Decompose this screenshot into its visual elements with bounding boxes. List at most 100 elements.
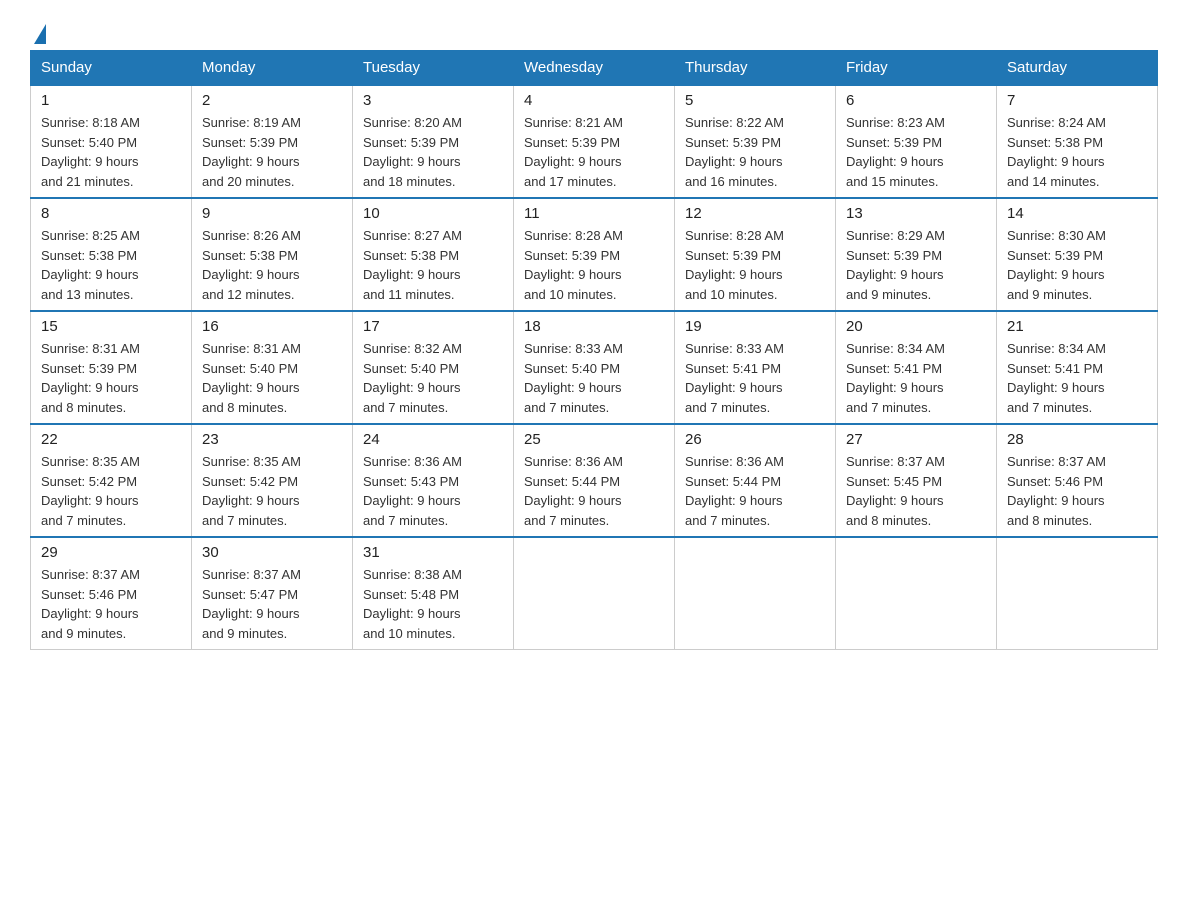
day-info: Sunrise: 8:36 AM Sunset: 5:44 PM Dayligh… [685,452,825,530]
day-info: Sunrise: 8:37 AM Sunset: 5:45 PM Dayligh… [846,452,986,530]
day-number: 20 [846,318,986,335]
day-info: Sunrise: 8:18 AM Sunset: 5:40 PM Dayligh… [41,113,181,191]
day-number: 3 [363,92,503,109]
day-info: Sunrise: 8:32 AM Sunset: 5:40 PM Dayligh… [363,339,503,417]
day-info: Sunrise: 8:37 AM Sunset: 5:46 PM Dayligh… [41,565,181,643]
calendar-week-row: 8 Sunrise: 8:25 AM Sunset: 5:38 PM Dayli… [31,198,1158,311]
day-number: 15 [41,318,181,335]
day-number: 13 [846,205,986,222]
day-info: Sunrise: 8:37 AM Sunset: 5:46 PM Dayligh… [1007,452,1147,530]
day-info: Sunrise: 8:27 AM Sunset: 5:38 PM Dayligh… [363,226,503,304]
header-sunday: Sunday [31,51,192,86]
day-info: Sunrise: 8:28 AM Sunset: 5:39 PM Dayligh… [685,226,825,304]
calendar-day-cell: 29 Sunrise: 8:37 AM Sunset: 5:46 PM Dayl… [31,537,192,650]
calendar-week-row: 22 Sunrise: 8:35 AM Sunset: 5:42 PM Dayl… [31,424,1158,537]
calendar-day-cell: 31 Sunrise: 8:38 AM Sunset: 5:48 PM Dayl… [353,537,514,650]
calendar-day-cell [514,537,675,650]
day-number: 28 [1007,431,1147,448]
day-info: Sunrise: 8:38 AM Sunset: 5:48 PM Dayligh… [363,565,503,643]
day-info: Sunrise: 8:25 AM Sunset: 5:38 PM Dayligh… [41,226,181,304]
calendar-week-row: 1 Sunrise: 8:18 AM Sunset: 5:40 PM Dayli… [31,85,1158,198]
day-number: 23 [202,431,342,448]
day-number: 17 [363,318,503,335]
header-saturday: Saturday [997,51,1158,86]
calendar-day-cell: 17 Sunrise: 8:32 AM Sunset: 5:40 PM Dayl… [353,311,514,424]
header-wednesday: Wednesday [514,51,675,86]
day-number: 19 [685,318,825,335]
day-number: 16 [202,318,342,335]
day-number: 21 [1007,318,1147,335]
calendar-week-row: 15 Sunrise: 8:31 AM Sunset: 5:39 PM Dayl… [31,311,1158,424]
day-number: 14 [1007,205,1147,222]
day-number: 5 [685,92,825,109]
calendar-day-cell: 30 Sunrise: 8:37 AM Sunset: 5:47 PM Dayl… [192,537,353,650]
calendar-day-cell: 11 Sunrise: 8:28 AM Sunset: 5:39 PM Dayl… [514,198,675,311]
calendar-day-cell: 19 Sunrise: 8:33 AM Sunset: 5:41 PM Dayl… [675,311,836,424]
day-number: 22 [41,431,181,448]
calendar-day-cell: 4 Sunrise: 8:21 AM Sunset: 5:39 PM Dayli… [514,85,675,198]
calendar-day-cell: 12 Sunrise: 8:28 AM Sunset: 5:39 PM Dayl… [675,198,836,311]
calendar-day-cell [836,537,997,650]
day-info: Sunrise: 8:31 AM Sunset: 5:39 PM Dayligh… [41,339,181,417]
day-info: Sunrise: 8:22 AM Sunset: 5:39 PM Dayligh… [685,113,825,191]
day-info: Sunrise: 8:36 AM Sunset: 5:43 PM Dayligh… [363,452,503,530]
calendar-day-cell: 1 Sunrise: 8:18 AM Sunset: 5:40 PM Dayli… [31,85,192,198]
calendar-day-cell: 22 Sunrise: 8:35 AM Sunset: 5:42 PM Dayl… [31,424,192,537]
calendar-day-cell: 2 Sunrise: 8:19 AM Sunset: 5:39 PM Dayli… [192,85,353,198]
calendar-day-cell: 23 Sunrise: 8:35 AM Sunset: 5:42 PM Dayl… [192,424,353,537]
calendar-day-cell: 13 Sunrise: 8:29 AM Sunset: 5:39 PM Dayl… [836,198,997,311]
day-number: 9 [202,205,342,222]
day-number: 18 [524,318,664,335]
day-info: Sunrise: 8:23 AM Sunset: 5:39 PM Dayligh… [846,113,986,191]
day-info: Sunrise: 8:34 AM Sunset: 5:41 PM Dayligh… [1007,339,1147,417]
day-info: Sunrise: 8:34 AM Sunset: 5:41 PM Dayligh… [846,339,986,417]
header-monday: Monday [192,51,353,86]
calendar-day-cell: 3 Sunrise: 8:20 AM Sunset: 5:39 PM Dayli… [353,85,514,198]
header-friday: Friday [836,51,997,86]
day-info: Sunrise: 8:20 AM Sunset: 5:39 PM Dayligh… [363,113,503,191]
day-number: 10 [363,205,503,222]
day-info: Sunrise: 8:28 AM Sunset: 5:39 PM Dayligh… [524,226,664,304]
calendar-week-row: 29 Sunrise: 8:37 AM Sunset: 5:46 PM Dayl… [31,537,1158,650]
day-number: 1 [41,92,181,109]
day-number: 29 [41,544,181,561]
day-number: 27 [846,431,986,448]
calendar-day-cell: 26 Sunrise: 8:36 AM Sunset: 5:44 PM Dayl… [675,424,836,537]
calendar-day-cell: 5 Sunrise: 8:22 AM Sunset: 5:39 PM Dayli… [675,85,836,198]
calendar-table: Sunday Monday Tuesday Wednesday Thursday… [30,50,1158,650]
day-info: Sunrise: 8:35 AM Sunset: 5:42 PM Dayligh… [202,452,342,530]
calendar-day-cell: 18 Sunrise: 8:33 AM Sunset: 5:40 PM Dayl… [514,311,675,424]
day-info: Sunrise: 8:26 AM Sunset: 5:38 PM Dayligh… [202,226,342,304]
calendar-day-cell: 21 Sunrise: 8:34 AM Sunset: 5:41 PM Dayl… [997,311,1158,424]
calendar-day-cell: 7 Sunrise: 8:24 AM Sunset: 5:38 PM Dayli… [997,85,1158,198]
logo [30,20,46,40]
calendar-day-cell: 8 Sunrise: 8:25 AM Sunset: 5:38 PM Dayli… [31,198,192,311]
day-info: Sunrise: 8:37 AM Sunset: 5:47 PM Dayligh… [202,565,342,643]
calendar-day-cell [675,537,836,650]
day-info: Sunrise: 8:30 AM Sunset: 5:39 PM Dayligh… [1007,226,1147,304]
day-info: Sunrise: 8:33 AM Sunset: 5:41 PM Dayligh… [685,339,825,417]
day-number: 7 [1007,92,1147,109]
page-header [30,20,1158,40]
day-number: 25 [524,431,664,448]
day-info: Sunrise: 8:19 AM Sunset: 5:39 PM Dayligh… [202,113,342,191]
calendar-day-cell: 14 Sunrise: 8:30 AM Sunset: 5:39 PM Dayl… [997,198,1158,311]
logo-triangle-icon [34,24,46,44]
calendar-day-cell [997,537,1158,650]
header-tuesday: Tuesday [353,51,514,86]
calendar-header-row: Sunday Monday Tuesday Wednesday Thursday… [31,51,1158,86]
calendar-day-cell: 20 Sunrise: 8:34 AM Sunset: 5:41 PM Dayl… [836,311,997,424]
day-info: Sunrise: 8:21 AM Sunset: 5:39 PM Dayligh… [524,113,664,191]
day-info: Sunrise: 8:31 AM Sunset: 5:40 PM Dayligh… [202,339,342,417]
day-number: 31 [363,544,503,561]
day-number: 6 [846,92,986,109]
calendar-day-cell: 9 Sunrise: 8:26 AM Sunset: 5:38 PM Dayli… [192,198,353,311]
calendar-day-cell: 28 Sunrise: 8:37 AM Sunset: 5:46 PM Dayl… [997,424,1158,537]
day-number: 11 [524,205,664,222]
day-number: 8 [41,205,181,222]
day-number: 26 [685,431,825,448]
calendar-day-cell: 27 Sunrise: 8:37 AM Sunset: 5:45 PM Dayl… [836,424,997,537]
day-info: Sunrise: 8:36 AM Sunset: 5:44 PM Dayligh… [524,452,664,530]
calendar-day-cell: 16 Sunrise: 8:31 AM Sunset: 5:40 PM Dayl… [192,311,353,424]
calendar-day-cell: 15 Sunrise: 8:31 AM Sunset: 5:39 PM Dayl… [31,311,192,424]
